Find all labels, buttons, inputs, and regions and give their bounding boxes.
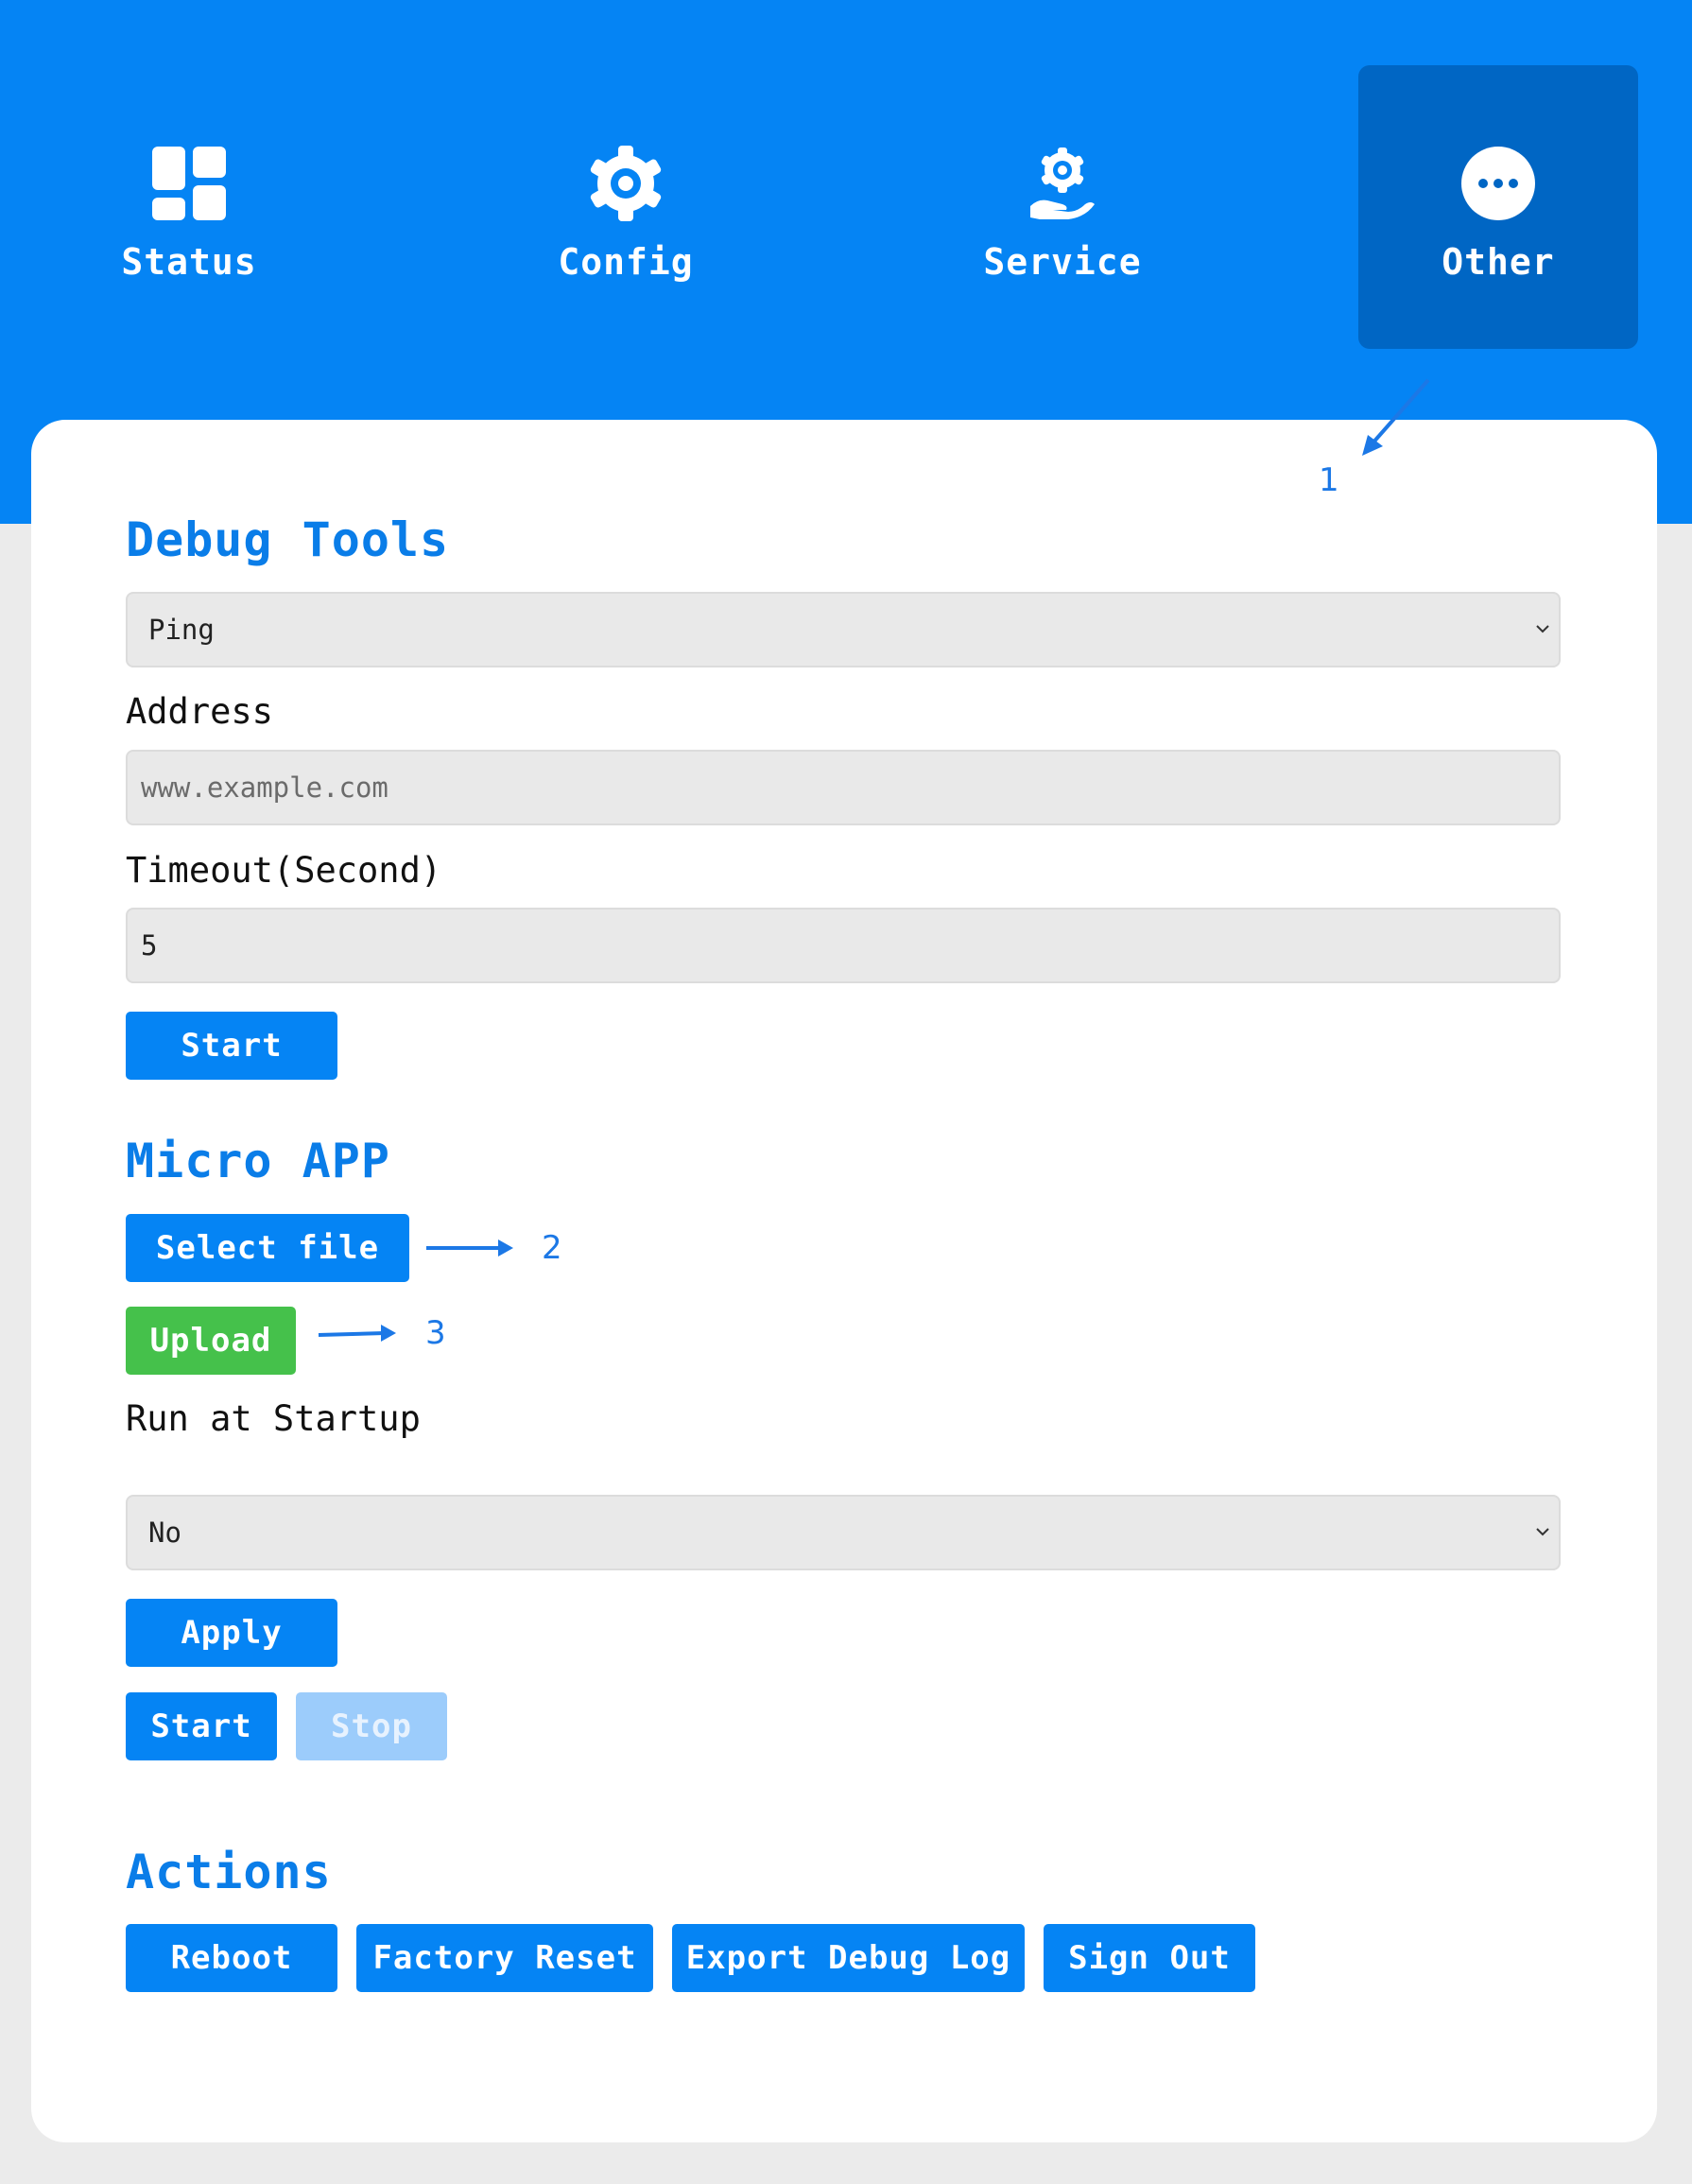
more-dots-icon [1461,147,1535,220]
debug-tools-heading: Debug Tools [126,512,450,567]
nav-tab-label: Other [1442,241,1555,283]
select-file-button[interactable]: Select file [126,1214,409,1282]
timeout-value: 5 [141,929,158,962]
upload-button[interactable]: Upload [126,1307,296,1375]
callout-number-2: 2 [542,1229,562,1267]
nav-tab-label: Config [558,241,694,283]
nav-tab-status[interactable]: Status [49,65,329,349]
grid-icon [152,147,226,220]
address-placeholder: www.example.com [141,771,388,804]
timeout-input[interactable]: 5 [126,908,1561,983]
micro-app-heading: Micro APP [126,1134,390,1188]
actions-heading: Actions [126,1845,332,1899]
callout-arrow-2 [426,1239,513,1257]
chevron-down-icon [1536,625,1549,633]
nav-tab-service[interactable]: Service [923,65,1202,349]
callout-number-1: 1 [1319,461,1339,499]
run-at-startup-label: Run at Startup [126,1398,421,1439]
sign-out-button[interactable]: Sign Out [1044,1924,1255,1992]
apply-button[interactable]: Apply [126,1599,337,1667]
micro-app-stop-button: Stop [296,1692,447,1760]
debug-tool-select[interactable]: Ping [126,592,1561,667]
callout-arrow-3 [318,1325,396,1342]
content-card: 1 Debug Tools Ping Address www.example.c… [31,378,1657,2142]
run-at-startup-select[interactable]: No [126,1495,1561,1570]
gear-icon [590,146,662,221]
chevron-down-icon [1536,1528,1549,1536]
address-label: Address [126,691,273,732]
debug-tool-selected-value: Ping [148,614,215,646]
run-at-startup-selected-value: No [148,1517,181,1549]
factory-reset-button[interactable]: Factory Reset [356,1924,653,1992]
reboot-button[interactable]: Reboot [126,1924,337,1992]
nav-tab-label: Service [983,241,1142,283]
nav-tab-config[interactable]: Config [486,65,766,349]
timeout-label: Timeout(Second) [126,850,442,891]
callout-number-3: 3 [425,1314,446,1352]
debug-start-button[interactable]: Start [126,1012,337,1080]
service-hand-gear-icon [1030,147,1095,219]
nav-tab-other[interactable]: Other [1358,65,1638,349]
callout-arrow-1 [1362,378,1430,456]
nav-tab-label: Status [121,241,257,283]
address-input[interactable]: www.example.com [126,750,1561,825]
micro-app-start-button[interactable]: Start [126,1692,277,1760]
export-debug-log-button[interactable]: Export Debug Log [672,1924,1025,1992]
